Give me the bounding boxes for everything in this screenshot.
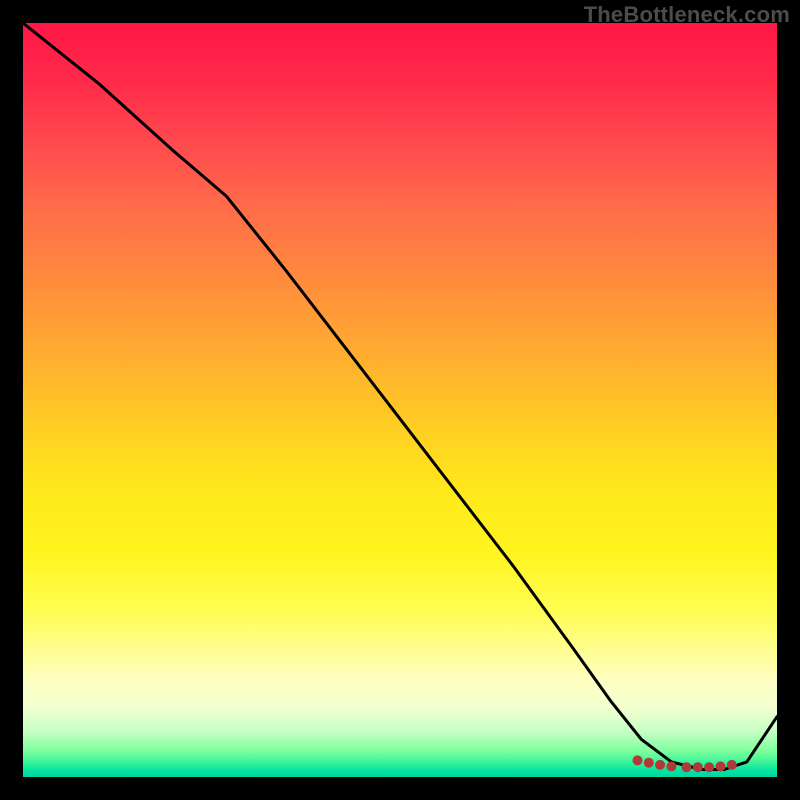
curve-marker [693, 762, 703, 772]
curve-marker [682, 762, 692, 772]
curve-marker [666, 761, 676, 771]
curve-marker [716, 761, 726, 771]
curve-marker [655, 760, 665, 770]
curve-svg [23, 23, 777, 777]
chart-frame: TheBottleneck.com [0, 0, 800, 800]
curve-marker [727, 760, 737, 770]
curve-marker [633, 755, 643, 765]
bottleneck-curve-line [23, 23, 777, 770]
curve-marker [704, 762, 714, 772]
curve-marker [644, 758, 654, 768]
plot-area [23, 23, 777, 777]
curve-markers [633, 755, 737, 772]
